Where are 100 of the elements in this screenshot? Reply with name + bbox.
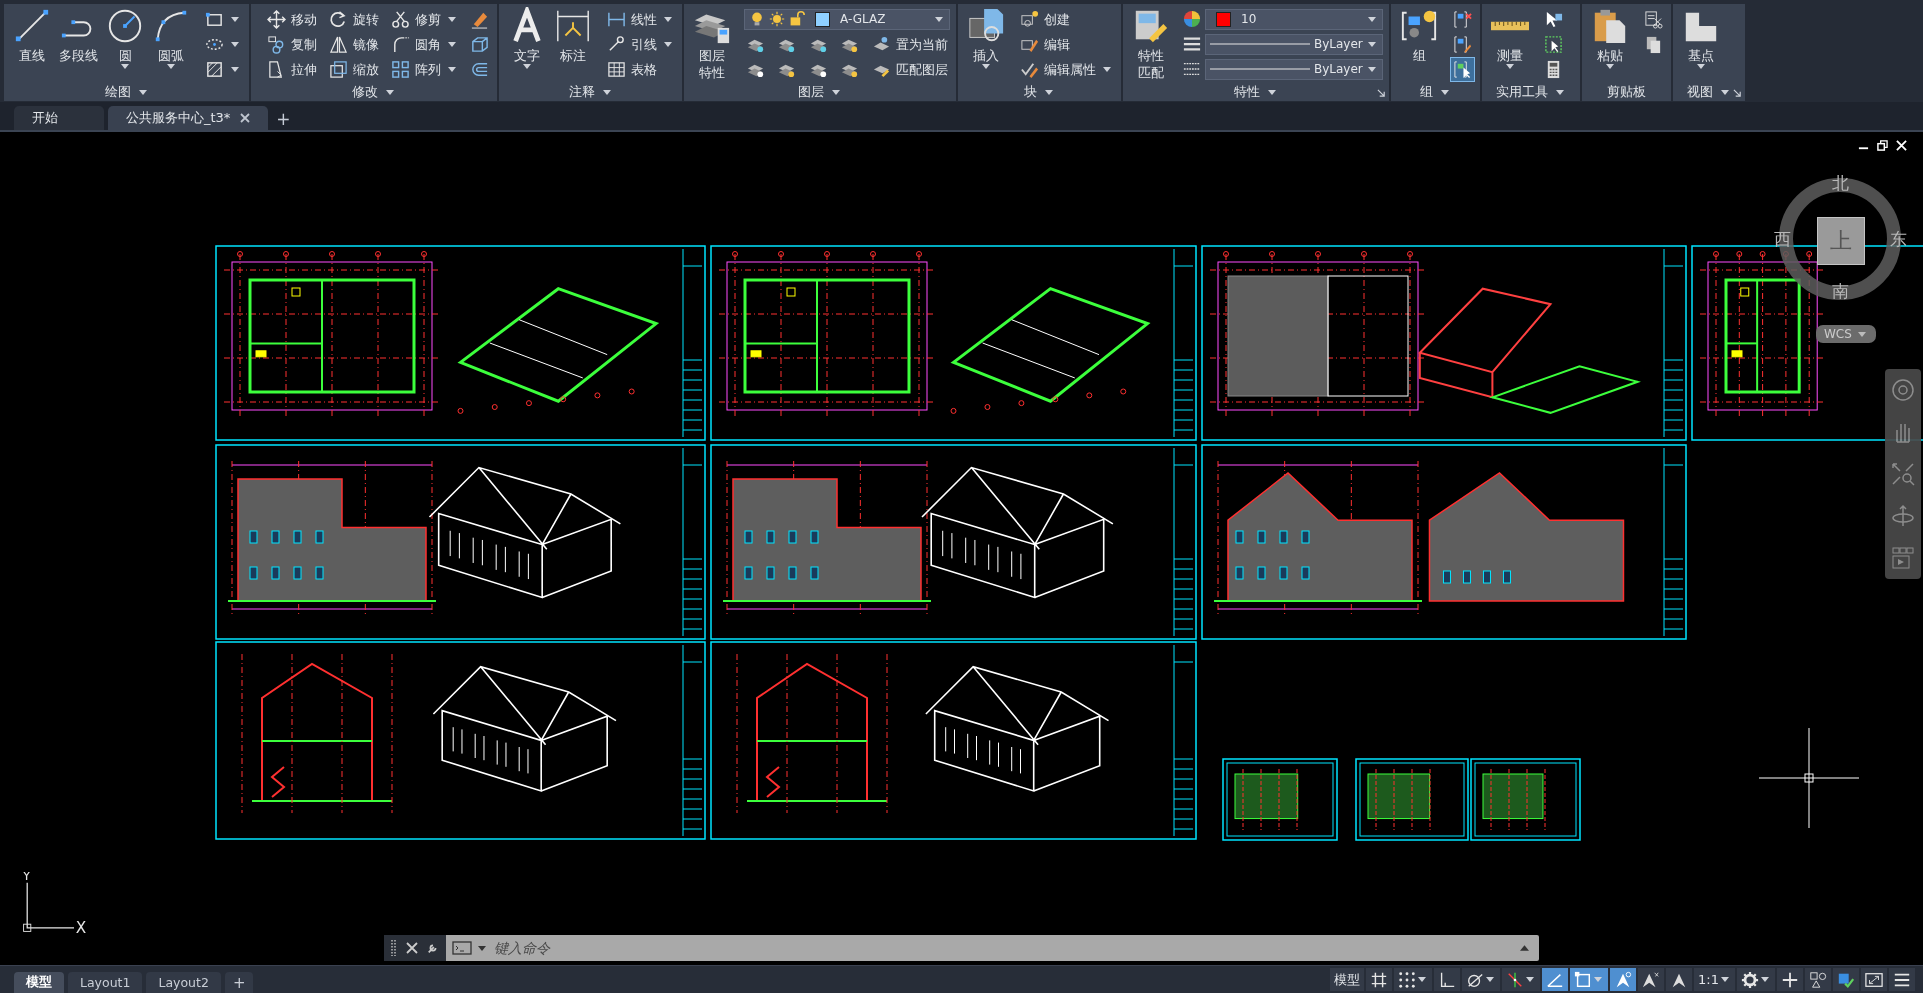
status-button[interactable]: [1542, 968, 1569, 992]
tool-button[interactable]: 阵列: [389, 58, 460, 81]
status-button[interactable]: [1434, 968, 1461, 992]
panel-menu-button[interactable]: 绘图: [104, 84, 149, 101]
ribbon-button[interactable]: 标注: [551, 7, 595, 64]
panel-menu-button[interactable]: 组: [1420, 84, 1451, 101]
tool-button[interactable]: 镜像: [327, 33, 381, 56]
tool-button[interactable]: [1642, 8, 1665, 31]
caret-up-icon[interactable]: [1520, 945, 1529, 952]
steering-wheel-icon[interactable]: [1891, 378, 1915, 403]
ribbon-button[interactable]: 插入: [964, 7, 1008, 69]
status-button[interactable]: [1394, 968, 1433, 992]
panel-menu-button[interactable]: 修改: [352, 84, 396, 101]
sun-icon: [769, 11, 785, 27]
dialog-launcher-icon[interactable]: [1733, 89, 1742, 98]
status-button[interactable]: [1570, 968, 1609, 992]
panel-menu-button[interactable]: 图层: [798, 84, 842, 101]
tool-button[interactable]: [1451, 8, 1474, 31]
panel-menu-button[interactable]: 注释: [568, 84, 613, 101]
status-button[interactable]: [1502, 968, 1541, 992]
caret-icon: [121, 64, 129, 69]
grip-icon[interactable]: [391, 938, 397, 959]
tool-button[interactable]: 移动: [265, 8, 319, 31]
status-button[interactable]: 1:1: [1694, 968, 1735, 992]
lineweight-dropdown[interactable]: ByLayer: [1205, 58, 1383, 80]
ribbon-button[interactable]: 文字: [505, 7, 549, 69]
layer-dropdown[interactable]: A-GLAZ: [744, 8, 950, 30]
ribbon-button[interactable]: 圆弧: [149, 7, 193, 69]
status-button[interactable]: [1666, 968, 1693, 992]
tool-button[interactable]: 创建: [1018, 8, 1115, 31]
tool-button[interactable]: [1542, 33, 1565, 56]
orbit-icon[interactable]: [1891, 504, 1915, 529]
status-button[interactable]: 模型: [1330, 968, 1365, 992]
tool-button[interactable]: 修剪: [389, 8, 460, 31]
compass-label[interactable]: 北: [1829, 172, 1851, 195]
tool-button[interactable]: 圆角: [389, 33, 460, 56]
layout-tab[interactable]: Layout1: [68, 972, 143, 993]
ribbon-button[interactable]: 基点: [1679, 7, 1723, 69]
scale-icon: [329, 60, 348, 79]
caret-icon: [1857, 331, 1866, 337]
tool-button[interactable]: 线性: [605, 8, 676, 31]
status-button[interactable]: [1805, 968, 1831, 992]
leader-icon: [607, 35, 626, 54]
panel-menu-button[interactable]: 实用工具: [1496, 84, 1566, 101]
panel-menu-button[interactable]: 块: [1024, 84, 1055, 101]
layout-tab[interactable]: Layout2: [146, 972, 221, 993]
file-tab[interactable]: 公共服务中心_t3*: [108, 106, 269, 131]
tool-button[interactable]: 拉伸: [265, 58, 319, 81]
caret-icon: [1368, 16, 1376, 22]
status-button[interactable]: [1861, 968, 1887, 992]
restore-icon[interactable]: [1877, 140, 1888, 152]
file-tab[interactable]: 开始: [14, 106, 104, 131]
status-button[interactable]: [1610, 968, 1637, 992]
offset-icon: [470, 60, 489, 79]
caret-icon: [478, 945, 486, 951]
status-button[interactable]: [1462, 968, 1501, 992]
tool-button[interactable]: 缩放: [327, 58, 381, 81]
tool-button[interactable]: 编辑属性: [1018, 58, 1115, 81]
ribbon-button[interactable]: 圆: [103, 7, 147, 69]
layout-tab[interactable]: 模型: [14, 972, 64, 993]
new-layout-button[interactable]: +: [224, 972, 254, 993]
terminal-icon[interactable]: [452, 941, 472, 956]
status-button[interactable]: [1737, 968, 1775, 992]
panel-menu-button[interactable]: 视图: [1687, 84, 1731, 101]
tool-button[interactable]: 引线: [605, 33, 676, 56]
tool-button[interactable]: [1451, 58, 1474, 81]
tool-button[interactable]: 复制: [265, 33, 319, 56]
compass-label[interactable]: 南: [1829, 280, 1851, 303]
ribbon-button[interactable]: 多段线: [56, 7, 101, 64]
status-button[interactable]: [1833, 968, 1859, 992]
caret-icon: [1506, 64, 1514, 69]
command-field[interactable]: 键入命令: [446, 935, 1539, 962]
tool-button[interactable]: 编辑: [1018, 33, 1115, 56]
new-tab-button[interactable]: +: [272, 108, 295, 131]
close-icon[interactable]: [406, 942, 418, 955]
panel-menu-button[interactable]: 特性: [1234, 84, 1278, 101]
dialog-launcher-icon[interactable]: [1377, 89, 1386, 98]
ribbon-button[interactable]: 图层特性: [690, 7, 734, 81]
tool-button[interactable]: 置为当前: [869, 33, 950, 56]
linetype-dropdown[interactable]: ByLayer: [1205, 33, 1383, 55]
zoom-icon[interactable]: [1891, 462, 1915, 487]
color-dropdown[interactable]: 10: [1205, 8, 1383, 30]
close-icon[interactable]: [240, 113, 251, 124]
status-button[interactable]: [1889, 968, 1915, 992]
ribbon-button[interactable]: 组: [1397, 7, 1441, 64]
ribbon-button[interactable]: 测量: [1488, 7, 1532, 69]
status-button[interactable]: [1777, 968, 1803, 992]
caret-icon: [523, 64, 531, 69]
status-button[interactable]: [1366, 968, 1393, 992]
status-button[interactable]: [1638, 968, 1665, 992]
ribbon-button[interactable]: 特性匹配: [1129, 7, 1173, 81]
tool-button[interactable]: [1451, 33, 1474, 56]
tool-button[interactable]: 匹配图层: [869, 58, 950, 81]
ribbon-button[interactable]: 粘贴: [1588, 7, 1632, 69]
tool-button[interactable]: 表格: [605, 58, 676, 81]
caret-icon: [1418, 977, 1427, 983]
ribbon-button[interactable]: 直线: [10, 7, 54, 64]
command-input[interactable]: 键入命令: [492, 939, 1516, 958]
wrench-icon[interactable]: [427, 942, 439, 955]
tool-button[interactable]: 旋转: [327, 8, 381, 31]
